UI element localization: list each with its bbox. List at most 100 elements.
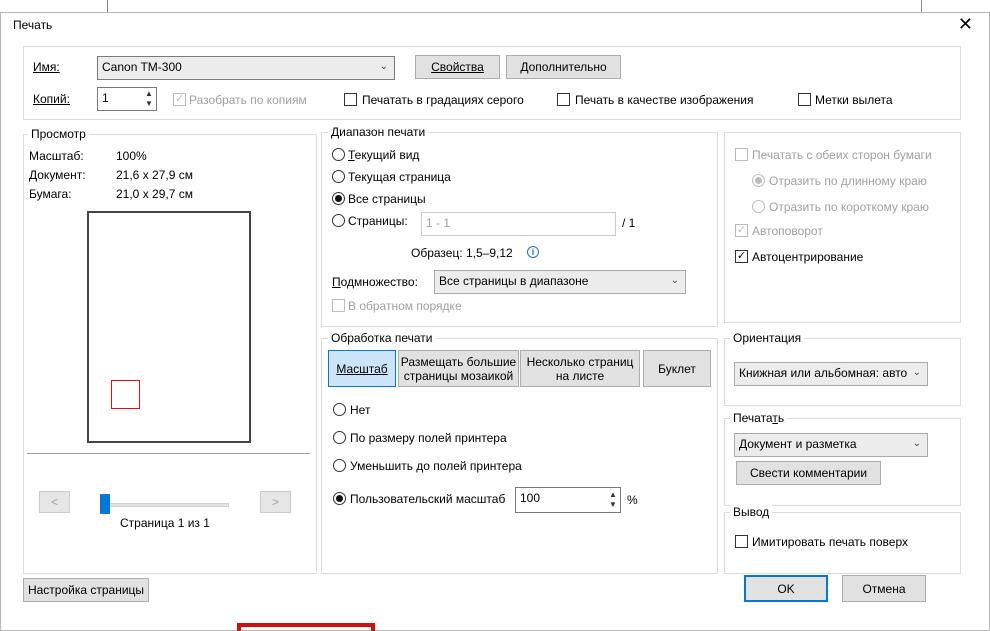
spinner-arrows-icon[interactable]: ▲ ▼ <box>143 89 155 109</box>
scale-custom-radio[interactable] <box>333 492 346 505</box>
print-as-image-checkbox[interactable] <box>557 93 570 106</box>
close-icon[interactable]: ✕ <box>958 15 973 33</box>
dialog-title: Печать <box>13 18 53 32</box>
auto-center-checkbox[interactable]: ✓ <box>735 250 748 263</box>
page-content-marker <box>111 380 140 409</box>
range-current-page-radio[interactable] <box>332 170 345 183</box>
range-pages-label: Страницы: <box>348 214 408 228</box>
chevron-down-icon: ⌄ <box>379 61 388 72</box>
custom-scale-value: 100 <box>520 491 541 505</box>
tab-multiple-line2: на листе <box>555 368 605 383</box>
subset-select[interactable]: Все страницы в диапазоне ⌄ <box>434 270 686 294</box>
chevron-down-icon: ⌄ <box>912 367 921 378</box>
orientation-value: Книжная или альбомная: авто <box>739 366 908 380</box>
next-page-button[interactable]: > <box>260 491 291 513</box>
scale-none-label: Нет <box>350 403 371 417</box>
range-pages-radio[interactable] <box>332 214 345 227</box>
flip-short-label: Отразить по короткому краю <box>769 200 929 214</box>
print-as-image-label: Печать в качестве изображения <box>575 93 754 107</box>
range-sample-text: Образец: 1,5–9,12 <box>411 246 513 260</box>
printer-name-label: Имя: <box>33 60 60 74</box>
reverse-order-checkbox[interactable] <box>332 299 345 312</box>
scale-fit-radio[interactable] <box>333 431 346 444</box>
auto-rotate-label: Автоповорот <box>752 224 823 238</box>
both-sides-label: Печатать с обеих сторон бумаги <box>752 148 932 162</box>
printer-name-value: Canon TM-300 <box>102 60 182 74</box>
page-slider-thumb[interactable] <box>100 494 110 514</box>
range-current-page-label: Текущая страница <box>348 170 451 184</box>
scale-shrink-radio[interactable] <box>333 459 346 472</box>
range-all-pages-label: Все страницы <box>348 192 426 206</box>
page-slider-track[interactable] <box>102 503 229 507</box>
print-dialog: Печать ✕ Имя: Canon TM-300 ⌄ Свойства До… <box>0 12 990 631</box>
scale-none-radio[interactable] <box>333 403 346 416</box>
info-icon[interactable]: i <box>527 246 539 258</box>
scale-shrink-label: Уменьшить до полей принтера <box>350 459 522 473</box>
print-what-select[interactable]: Документ и разметка ⌄ <box>734 433 928 457</box>
preview-scale-value: 100% <box>116 149 147 163</box>
page-setup-button[interactable]: Настройка страницы <box>23 578 149 602</box>
preview-title: Просмотр <box>28 127 89 141</box>
both-sides-checkbox[interactable] <box>735 148 748 161</box>
auto-rotate-checkbox[interactable]: ✓ <box>735 224 748 237</box>
range-current-view-label: Текущий вид <box>348 148 420 162</box>
preview-document-label: Документ: <box>29 168 86 182</box>
bleed-marks-checkbox[interactable] <box>798 93 811 106</box>
bleed-marks-label: Метки вылета <box>815 93 893 107</box>
simulate-overprint-checkbox[interactable] <box>735 535 748 548</box>
tab-multiple-line1: Несколько страниц <box>526 354 634 369</box>
advanced-button[interactable]: Дополнительно <box>506 55 621 79</box>
print-what-title: Печатать <box>730 411 788 425</box>
preview-paper-value: 21,0 x 29,7 см <box>116 187 193 201</box>
simulate-overprint-label: Имитировать печать поверх <box>752 535 908 549</box>
chevron-down-icon: ⌄ <box>912 438 921 449</box>
scale-fit-label: По размеру полей принтера <box>350 431 507 445</box>
percent-label: % <box>627 493 638 507</box>
orientation-select[interactable]: Книжная или альбомная: авто ⌄ <box>734 362 928 386</box>
pages-range-input[interactable]: 1 - 1 <box>421 212 616 236</box>
tab-scale[interactable]: Масштаб <box>328 350 396 387</box>
grayscale-label: Печатать в градациях серого <box>362 93 524 107</box>
spinner-arrows-icon[interactable]: ▲ ▼ <box>607 490 619 510</box>
flip-long-label: Отразить по длинному краю <box>769 174 927 188</box>
preview-paper-label: Бумага: <box>29 187 72 201</box>
range-current-view-radio[interactable] <box>332 148 345 161</box>
pages-total-label: / 1 <box>622 216 636 230</box>
copies-value: 1 <box>102 91 109 105</box>
copies-label: Копий: <box>33 92 70 106</box>
background-page-marker <box>237 623 375 631</box>
collate-label: Разобрать по копиям <box>189 93 307 107</box>
background-doc-edge-left <box>107 0 108 12</box>
flip-short-radio[interactable] <box>752 200 765 213</box>
tab-poster[interactable]: Размещать большие страницы мозаикой <box>398 350 519 387</box>
flip-long-radio[interactable] <box>752 174 765 187</box>
custom-scale-input[interactable]: 100 ▲ ▼ <box>515 487 621 513</box>
output-title: Вывод <box>730 505 773 519</box>
summarize-comments-button[interactable]: Свести комментарии <box>736 461 881 485</box>
ok-button[interactable]: OK <box>744 575 828 602</box>
properties-button[interactable]: Свойства <box>415 55 500 79</box>
grayscale-checkbox[interactable] <box>344 93 357 106</box>
range-title: Диапазон печати <box>328 125 429 139</box>
subset-label: Подмножество: <box>332 275 418 289</box>
copies-stepper[interactable]: 1 ▲ ▼ <box>97 87 157 111</box>
page-indicator: Страница 1 из 1 <box>120 516 210 530</box>
collate-checkbox[interactable]: ✓ <box>173 93 186 106</box>
range-all-pages-radio[interactable] <box>332 192 345 205</box>
scale-custom-label: Пользовательский масштаб <box>350 492 506 506</box>
tab-multiple[interactable]: Несколько страниц на листе <box>520 350 640 387</box>
preview-document-value: 21,6 x 27,9 см <box>116 168 193 182</box>
background-doc-edge-right <box>921 0 922 12</box>
preview-scale-label: Масштаб: <box>29 149 84 163</box>
tab-poster-line1: Размещать большие <box>400 354 517 369</box>
cancel-button[interactable]: Отмена <box>842 575 926 602</box>
tab-booklet[interactable]: Буклет <box>643 350 711 387</box>
auto-center-label: Автоцентрирование <box>752 250 864 264</box>
printer-name-select[interactable]: Canon TM-300 ⌄ <box>97 56 395 80</box>
preview-divider <box>27 453 310 454</box>
handling-title: Обработка печати <box>328 331 436 345</box>
subset-value: Все страницы в диапазоне <box>439 274 589 288</box>
print-what-value: Документ и разметка <box>739 437 857 451</box>
chevron-down-icon: ⌄ <box>670 275 679 286</box>
prev-page-button[interactable]: < <box>39 491 70 513</box>
